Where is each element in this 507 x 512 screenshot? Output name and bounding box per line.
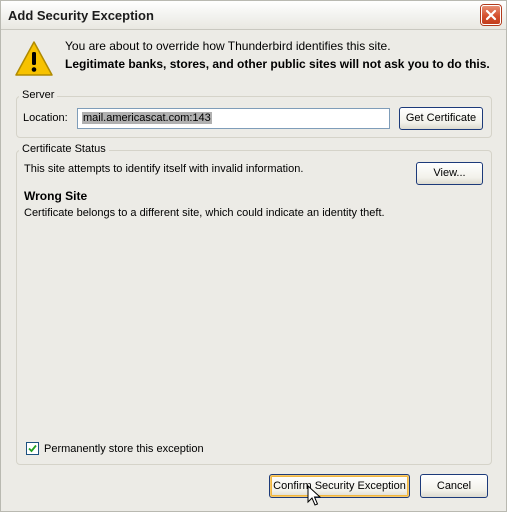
title-bar: Add Security Exception: [1, 1, 506, 30]
add-security-exception-dialog: Add Security Exception You are about to …: [0, 0, 507, 512]
problem-title: Wrong Site: [24, 189, 88, 203]
warning-icon: [15, 41, 53, 76]
window-title: Add Security Exception: [8, 8, 154, 23]
cancel-button[interactable]: Cancel: [420, 474, 488, 498]
location-input-value: mail.americascat.com:143: [82, 112, 212, 124]
view-button[interactable]: View...: [416, 162, 483, 185]
certificate-status-text: This site attempts to identify itself wi…: [24, 163, 304, 175]
location-label: Location:: [23, 112, 68, 124]
permanently-store-label[interactable]: Permanently store this exception: [44, 443, 204, 455]
confirm-security-exception-button[interactable]: Confirm Security Exception: [269, 474, 410, 498]
certificate-status-group: [16, 150, 492, 465]
close-icon: [485, 9, 497, 21]
problem-description: Certificate belongs to a different site,…: [24, 207, 385, 219]
checkmark-icon: [28, 444, 37, 453]
get-certificate-button[interactable]: Get Certificate: [399, 107, 483, 130]
certificate-status-label: Certificate Status: [19, 143, 109, 155]
close-button[interactable]: [481, 5, 501, 25]
warning-message-emphasis: Legitimate banks, stores, and other publ…: [65, 57, 490, 71]
mouse-cursor-icon: [307, 485, 321, 506]
permanently-store-checkbox[interactable]: [26, 442, 39, 455]
warning-message: You are about to override how Thunderbir…: [65, 39, 391, 53]
location-input[interactable]: mail.americascat.com:143: [77, 108, 390, 129]
server-group-label: Server: [19, 89, 58, 101]
